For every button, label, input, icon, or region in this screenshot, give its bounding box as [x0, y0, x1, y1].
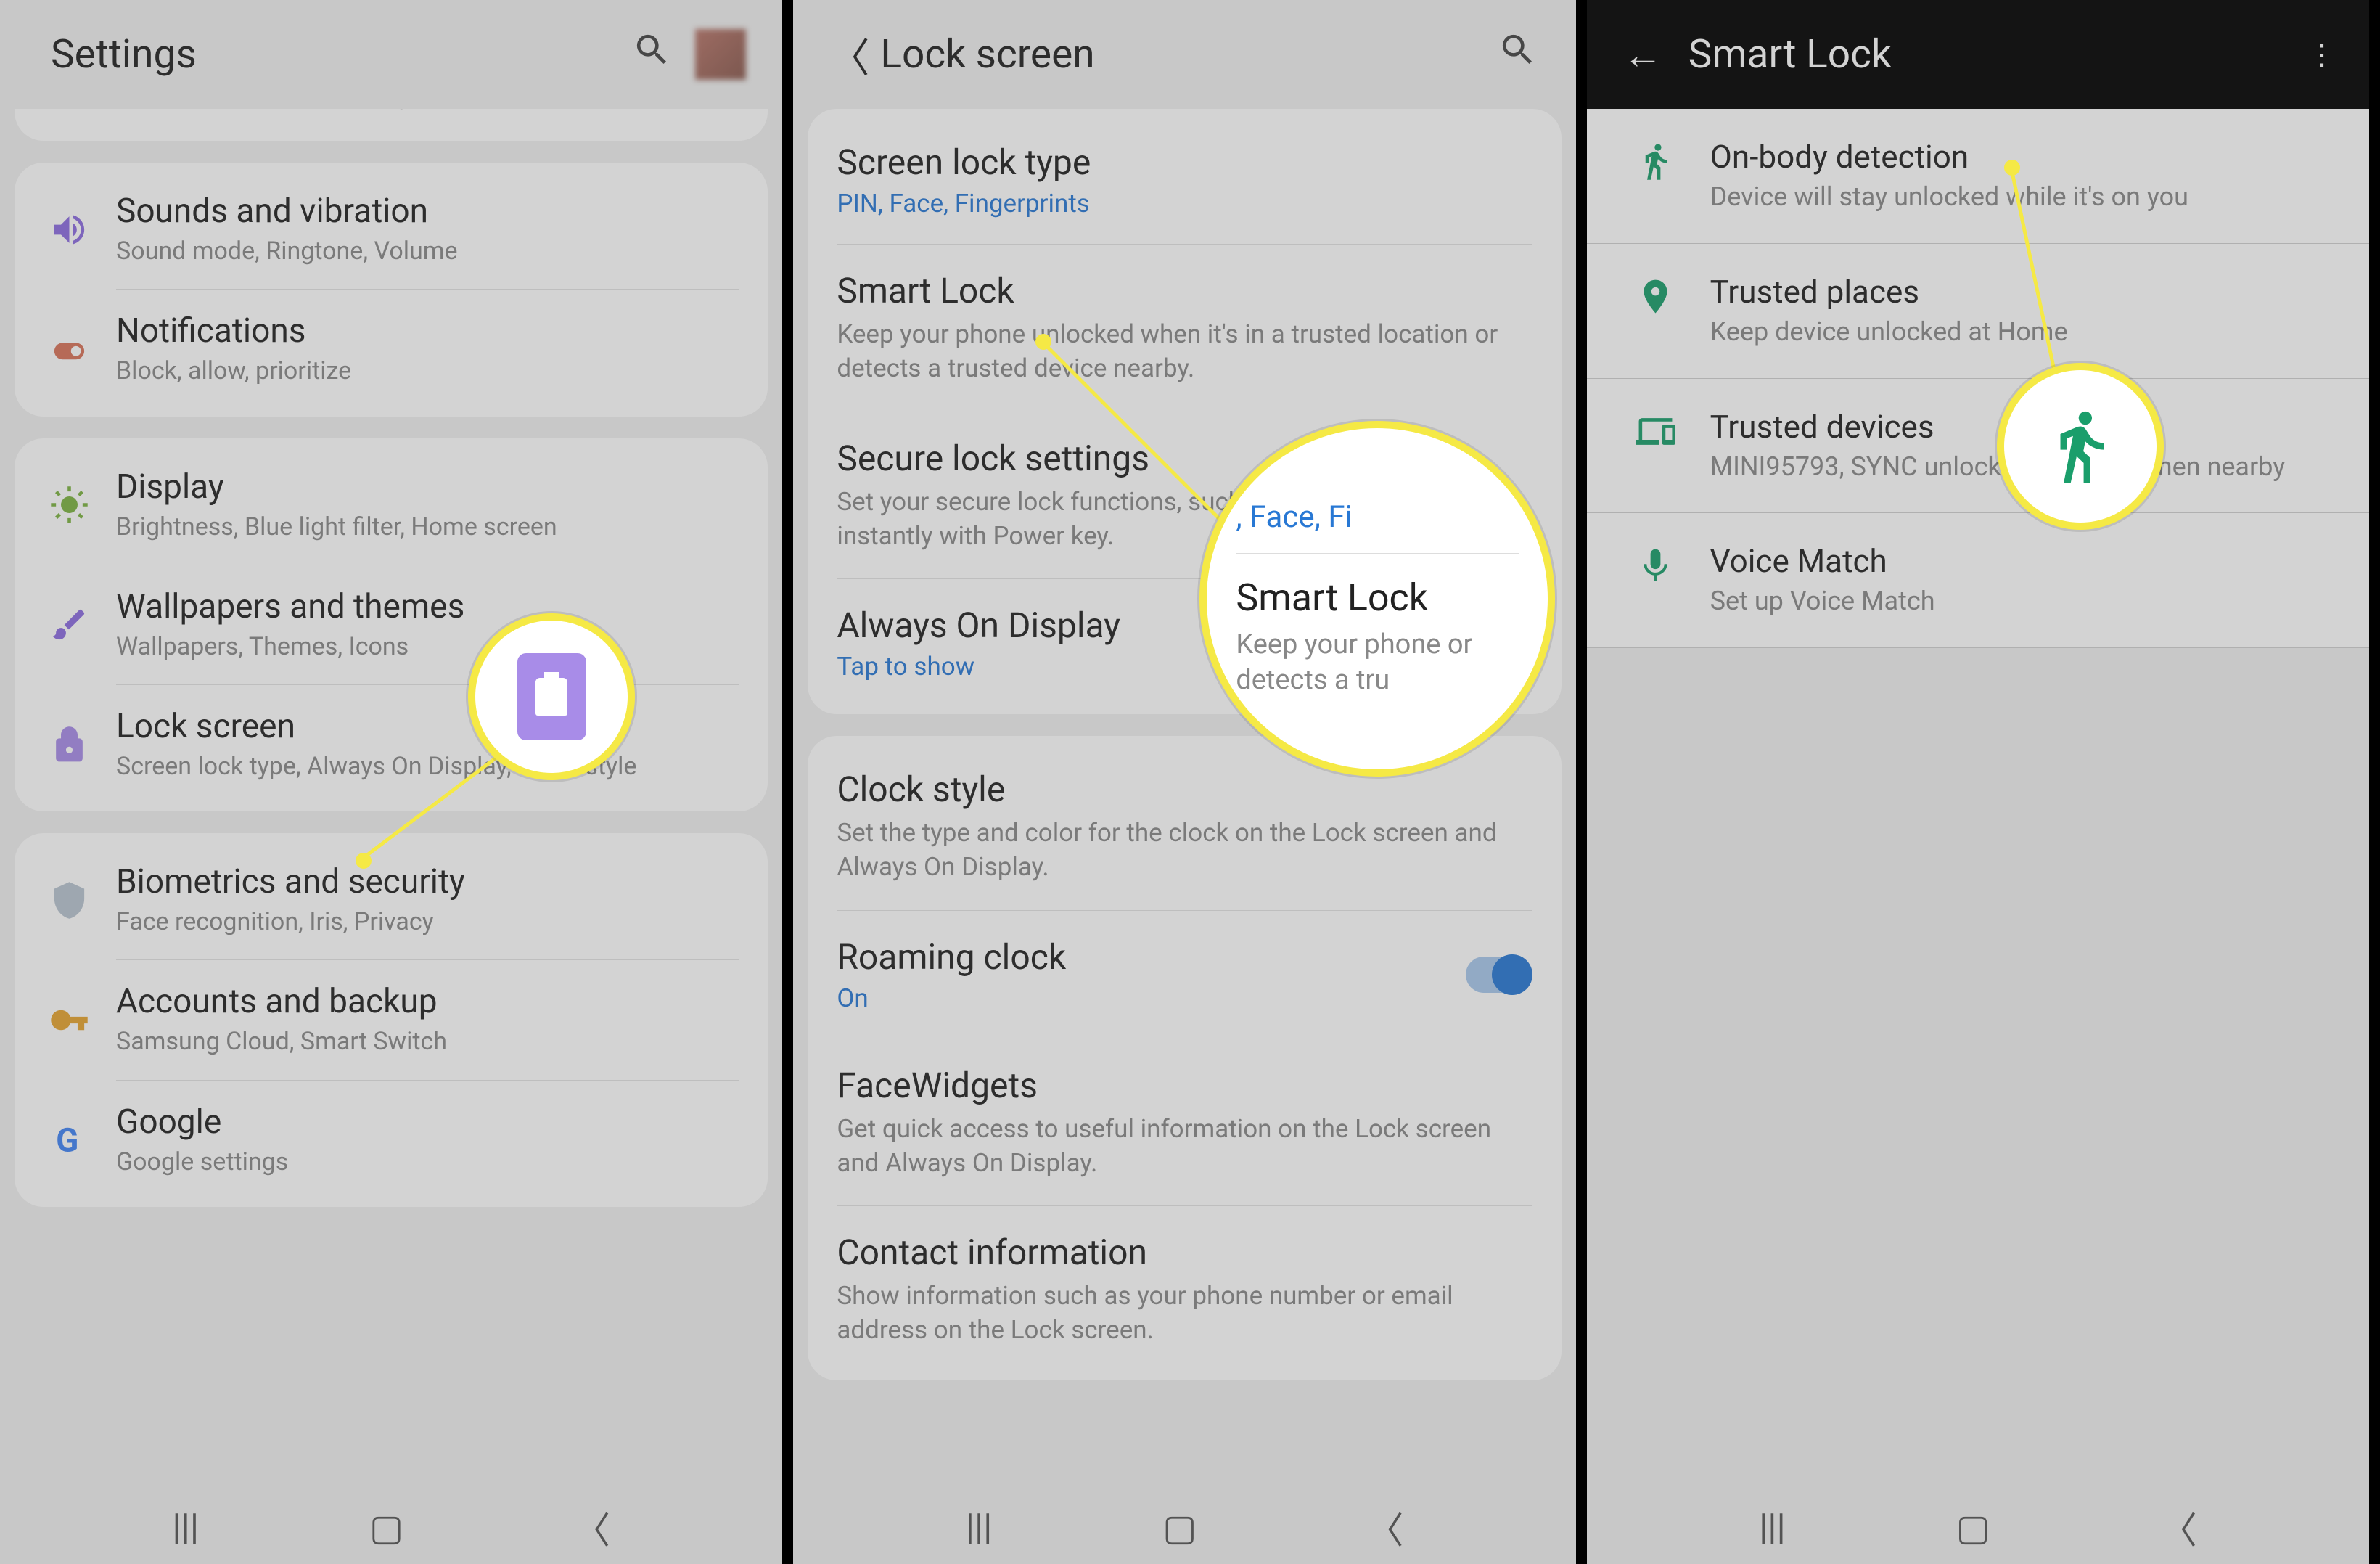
sun-icon	[40, 485, 98, 525]
back-button[interactable]: 〈	[574, 1502, 610, 1554]
header: 〈 Lock screen	[793, 0, 1575, 109]
highlight-dot	[356, 853, 372, 869]
recents-button[interactable]: |||	[966, 1507, 993, 1549]
nav-bar: ||| ▢ 〈	[1587, 1491, 2369, 1564]
callout-lock-icon	[468, 613, 635, 780]
devices-icon	[1623, 408, 1688, 451]
settings-card: Biometrics and securityFace recognition,…	[15, 833, 768, 1207]
callout-smartlock: , Face, Fi Smart Lock Keep your phone or…	[1199, 421, 1555, 777]
home-button[interactable]: ▢	[1956, 1507, 1990, 1549]
home-button[interactable]: ▢	[1162, 1507, 1197, 1549]
search-icon[interactable]	[630, 30, 673, 80]
home-button[interactable]: ▢	[369, 1507, 403, 1549]
back-button[interactable]: 〈	[2161, 1502, 2197, 1554]
list-item[interactable]: Trusted placesKeep device unlocked at Ho…	[1587, 244, 2369, 378]
back-button[interactable]: 〈	[1367, 1502, 1403, 1554]
page-title: Smart Lock	[1688, 31, 2307, 78]
list-item[interactable]: DisplayBrightness, Blue light filter, Ho…	[15, 446, 768, 565]
page-title: Settings	[51, 31, 630, 78]
settings-card: DisplayBrightness, Blue light filter, Ho…	[15, 438, 768, 812]
list-item[interactable]: Biometrics and securityFace recognition,…	[15, 840, 768, 959]
list-item[interactable]: Contact informationShow information such…	[808, 1206, 1561, 1373]
list-item[interactable]: Trusted devicesMINI95793, SYNC unlock th…	[1587, 379, 2369, 513]
lockscreen-settings-screen: 〈 Lock screen Screen lock typePIN, Face,…	[793, 0, 1586, 1564]
place-icon	[1623, 273, 1688, 316]
settings-screen: Settings Wi-Fi, Bluetooth, Data usage, A…	[0, 0, 793, 1564]
google-icon: G	[40, 1120, 98, 1160]
list-item[interactable]: Roaming clockOn	[808, 911, 1561, 1039]
list-item[interactable]: Wi-Fi, Bluetooth, Data usage, Airplane m…	[15, 109, 768, 134]
nav-bar: ||| ▢ 〈	[793, 1491, 1575, 1564]
shield-icon	[40, 880, 98, 920]
lock-icon	[40, 725, 98, 765]
settings-card: Clock styleSet the type and color for th…	[808, 736, 1561, 1380]
overflow-menu-icon[interactable]: ⋮	[2307, 38, 2333, 72]
nav-bar: ||| ▢ 〈	[0, 1491, 782, 1564]
smartlock-screen: ← Smart Lock ⋮ On-body detectionDevice w…	[1587, 0, 2380, 1564]
lock-icon	[517, 653, 586, 740]
list-item[interactable]: Smart LockKeep your phone unlocked when …	[808, 245, 1561, 412]
list-item[interactable]: Clock styleSet the type and color for th…	[808, 743, 1561, 910]
brush-icon	[40, 605, 98, 644]
header: Settings	[0, 0, 782, 109]
list-item[interactable]: FaceWidgetsGet quick access to useful in…	[808, 1039, 1561, 1206]
callout-walk-icon	[1997, 363, 2164, 530]
list-item[interactable]: NotificationsBlock, allow, prioritize	[15, 290, 768, 409]
list-item[interactable]: Voice MatchSet up Voice Match	[1587, 513, 2369, 647]
key-icon	[40, 1000, 98, 1040]
walk-icon	[1623, 138, 1688, 181]
settings-card: Sounds and vibrationSound mode, Ringtone…	[15, 163, 768, 416]
list-item[interactable]: Sounds and vibrationSound mode, Ringtone…	[15, 170, 768, 289]
list-item[interactable]: Lock screenScreen lock type, Always On D…	[15, 685, 768, 804]
header: ← Smart Lock ⋮	[1587, 0, 2369, 109]
list-item[interactable]: On-body detectionDevice will stay unlock…	[1587, 109, 2369, 243]
highlight-dot	[2004, 160, 2020, 176]
svg-text:G: G	[56, 1121, 78, 1160]
list-item[interactable]: Screen lock typePIN, Face, Fingerprints	[808, 116, 1561, 244]
settings-card: Wi-Fi, Bluetooth, Data usage, Airplane m…	[15, 109, 768, 141]
notif-icon	[40, 329, 98, 369]
list-item[interactable]: Accounts and backupSamsung Cloud, Smart …	[15, 960, 768, 1079]
back-icon[interactable]: ←	[1623, 31, 1659, 78]
volume-icon	[40, 210, 98, 250]
recents-button[interactable]: |||	[172, 1507, 199, 1549]
list-item[interactable]: G GoogleGoogle settings	[15, 1081, 768, 1200]
page-title: Lock screen	[880, 31, 1495, 78]
search-icon[interactable]	[1496, 30, 1540, 80]
list-item[interactable]: Wallpapers and themesWallpapers, Themes,…	[15, 565, 768, 684]
profile-avatar[interactable]	[695, 29, 746, 80]
mic-icon	[1623, 542, 1688, 586]
back-icon[interactable]: 〈	[829, 25, 866, 83]
recents-button[interactable]: |||	[1759, 1507, 1786, 1549]
toggle-switch[interactable]	[1466, 957, 1532, 993]
